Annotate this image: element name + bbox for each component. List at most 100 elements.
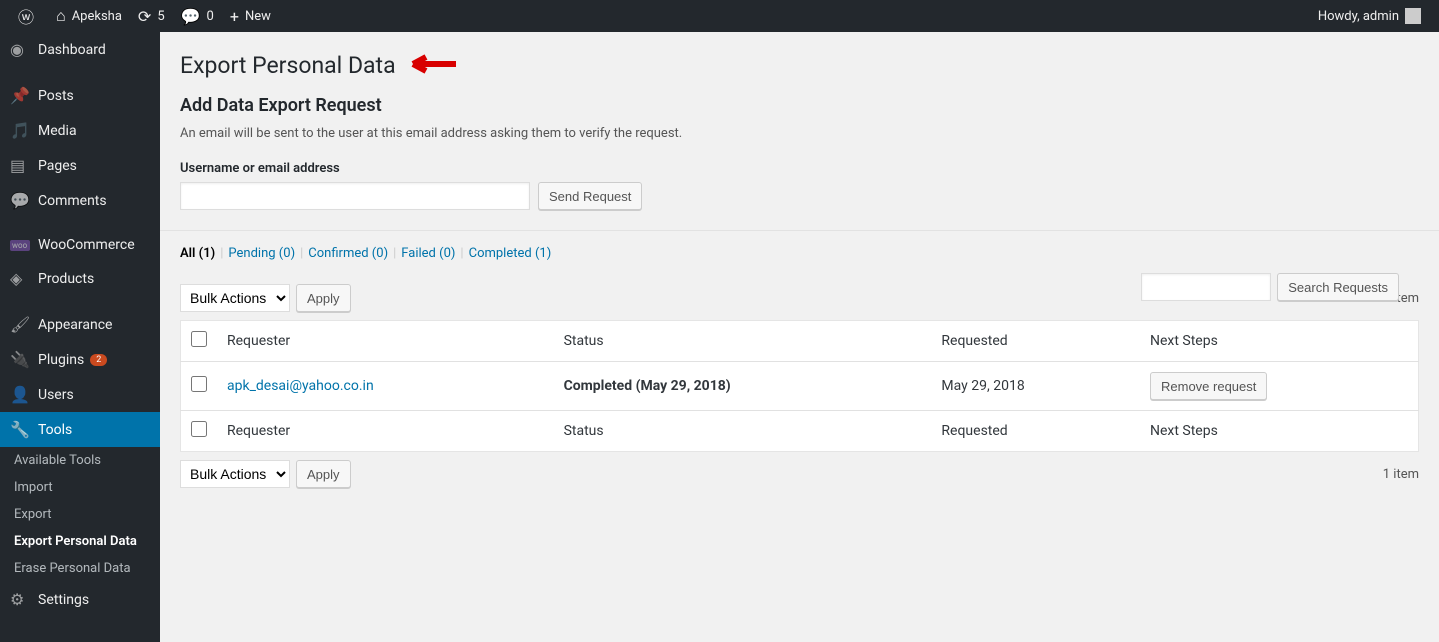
bulk-action-select-bottom[interactable]: Bulk Actions xyxy=(180,460,290,488)
col-next-steps-foot: Next Steps xyxy=(1140,411,1419,452)
divider xyxy=(160,230,1439,231)
submenu-import[interactable]: Import xyxy=(0,474,160,501)
plugin-badge: 2 xyxy=(90,354,107,366)
status-filter: All (1)| Pending (0)| Confirmed (0)| Fai… xyxy=(180,246,1419,261)
remove-request-button[interactable]: Remove request xyxy=(1150,372,1267,400)
avatar-icon xyxy=(1405,8,1421,24)
menu-media[interactable]: 🎵 Media xyxy=(0,113,160,148)
search-input[interactable] xyxy=(1141,273,1271,301)
brush-icon: 🖌 xyxy=(10,315,30,334)
col-status-foot: Status xyxy=(554,411,932,452)
updates-link[interactable]: ⟳5 xyxy=(130,0,173,32)
user-icon: 👤 xyxy=(10,385,30,404)
col-next-steps: Next Steps xyxy=(1140,321,1419,362)
email-field[interactable] xyxy=(180,182,530,210)
pin-icon: 📌 xyxy=(10,86,30,105)
home-icon: ⌂ xyxy=(56,6,66,26)
menu-label: Media xyxy=(38,123,77,139)
filter-completed[interactable]: Completed (1) xyxy=(469,246,552,261)
menu-appearance[interactable]: 🖌Appearance xyxy=(0,307,160,342)
site-name-link[interactable]: ⌂ Apeksha xyxy=(48,0,130,32)
product-icon: ◈ xyxy=(10,269,30,288)
plugin-icon: 🔌 xyxy=(10,350,30,369)
requests-table: Requester Status Requested Next Steps ap… xyxy=(180,320,1419,452)
howdy-text: Howdy, admin xyxy=(1318,9,1399,24)
col-requester[interactable]: Requester xyxy=(217,321,554,362)
menu-dashboard[interactable]: ◉ Dashboard xyxy=(0,32,160,67)
woo-icon: woo xyxy=(10,240,30,251)
menu-plugins[interactable]: 🔌 Plugins 2 xyxy=(0,342,160,377)
search-requests-button[interactable]: Search Requests xyxy=(1277,273,1399,301)
wrench-icon: 🔧 xyxy=(10,420,30,439)
menu-label: Tools xyxy=(38,422,72,438)
menu-woocommerce[interactable]: woo WooCommerce xyxy=(0,229,160,261)
send-request-button[interactable]: Send Request xyxy=(538,182,642,210)
menu-products[interactable]: ◈ Products xyxy=(0,261,160,296)
menu-label: Products xyxy=(38,271,94,287)
wordpress-icon: ⓦ xyxy=(18,4,34,28)
refresh-icon: ⟳ xyxy=(138,7,151,26)
page-icon: ▤ xyxy=(10,156,30,175)
requester-link[interactable]: apk_desai@yahoo.co.in xyxy=(227,378,374,394)
comment-icon: 💬 xyxy=(181,7,201,26)
menu-label: WooCommerce xyxy=(38,237,135,253)
media-icon: 🎵 xyxy=(10,121,30,140)
section-title: Add Data Export Request xyxy=(180,95,1419,116)
submenu-available-tools[interactable]: Available Tools xyxy=(0,447,160,474)
email-field-label: Username or email address xyxy=(180,161,1419,176)
menu-pages[interactable]: ▤ Pages xyxy=(0,148,160,183)
dashboard-icon: ◉ xyxy=(10,40,30,59)
filter-confirmed[interactable]: Confirmed (0) xyxy=(308,246,388,261)
plus-icon: + xyxy=(230,7,239,26)
requested-date: May 29, 2018 xyxy=(931,362,1140,411)
submenu-export-personal-data[interactable]: Export Personal Data xyxy=(0,528,160,555)
menu-label: Comments xyxy=(38,193,107,209)
menu-label: Dashboard xyxy=(38,42,106,58)
page-title-text: Export Personal Data xyxy=(180,52,396,79)
col-requested[interactable]: Requested xyxy=(931,321,1140,362)
menu-label: Settings xyxy=(38,592,89,608)
new-content-link[interactable]: + New xyxy=(222,0,279,32)
comments-count: 0 xyxy=(207,9,214,24)
page-title: Export Personal Data xyxy=(180,52,1419,80)
filter-all[interactable]: All (1) xyxy=(180,246,215,261)
apply-button-bottom[interactable]: Apply xyxy=(296,460,351,488)
col-status: Status xyxy=(554,321,932,362)
updates-count: 5 xyxy=(157,9,164,24)
new-label: New xyxy=(245,9,271,24)
select-all-bottom[interactable] xyxy=(191,421,207,437)
col-requester-foot[interactable]: Requester xyxy=(217,411,554,452)
menu-label: Posts xyxy=(38,88,74,104)
table-row: apk_desai@yahoo.co.in Completed (May 29,… xyxy=(181,362,1419,411)
menu-posts[interactable]: 📌 Posts xyxy=(0,78,160,113)
filter-pending[interactable]: Pending (0) xyxy=(228,246,295,261)
bulk-action-select-top[interactable]: Bulk Actions xyxy=(180,284,290,312)
menu-users[interactable]: 👤 Users xyxy=(0,377,160,412)
row-checkbox[interactable] xyxy=(191,376,207,392)
menu-tools[interactable]: 🔧 Tools xyxy=(0,412,160,447)
comment-icon: 💬 xyxy=(10,191,30,210)
menu-settings[interactable]: ⚙ Settings xyxy=(0,582,160,617)
site-name-text: Apeksha xyxy=(72,9,122,24)
submenu-erase-personal-data[interactable]: Erase Personal Data xyxy=(0,555,160,582)
status-text: Completed (May 29, 2018) xyxy=(564,378,731,394)
item-count-bottom: 1 item xyxy=(1383,467,1419,482)
page-content: Export Personal Data Add Data Export Req… xyxy=(160,32,1439,536)
apply-button-top[interactable]: Apply xyxy=(296,284,351,312)
arrow-annotation-icon xyxy=(411,53,466,80)
menu-comments[interactable]: 💬 Comments xyxy=(0,183,160,218)
menu-label: Plugins xyxy=(38,352,84,368)
comments-link[interactable]: 💬0 xyxy=(173,0,222,32)
settings-icon: ⚙ xyxy=(10,590,30,609)
admin-sidebar: ◉ Dashboard 📌 Posts 🎵 Media ▤ Pages 💬 Comment… xyxy=(0,32,160,642)
admin-toolbar: ⓦ ⌂Apeksha ⟳5 💬0 +New Howdy, admin xyxy=(0,0,1439,32)
menu-label: Pages xyxy=(38,158,77,174)
section-description: An email will be sent to the user at thi… xyxy=(180,126,1419,141)
menu-label: Users xyxy=(38,387,74,403)
account-link[interactable]: Howdy, admin xyxy=(1310,0,1429,32)
col-requested-foot[interactable]: Requested xyxy=(931,411,1140,452)
filter-failed[interactable]: Failed (0) xyxy=(401,246,455,261)
submenu-export[interactable]: Export xyxy=(0,501,160,528)
wp-logo[interactable]: ⓦ xyxy=(10,0,48,32)
select-all-top[interactable] xyxy=(191,331,207,347)
